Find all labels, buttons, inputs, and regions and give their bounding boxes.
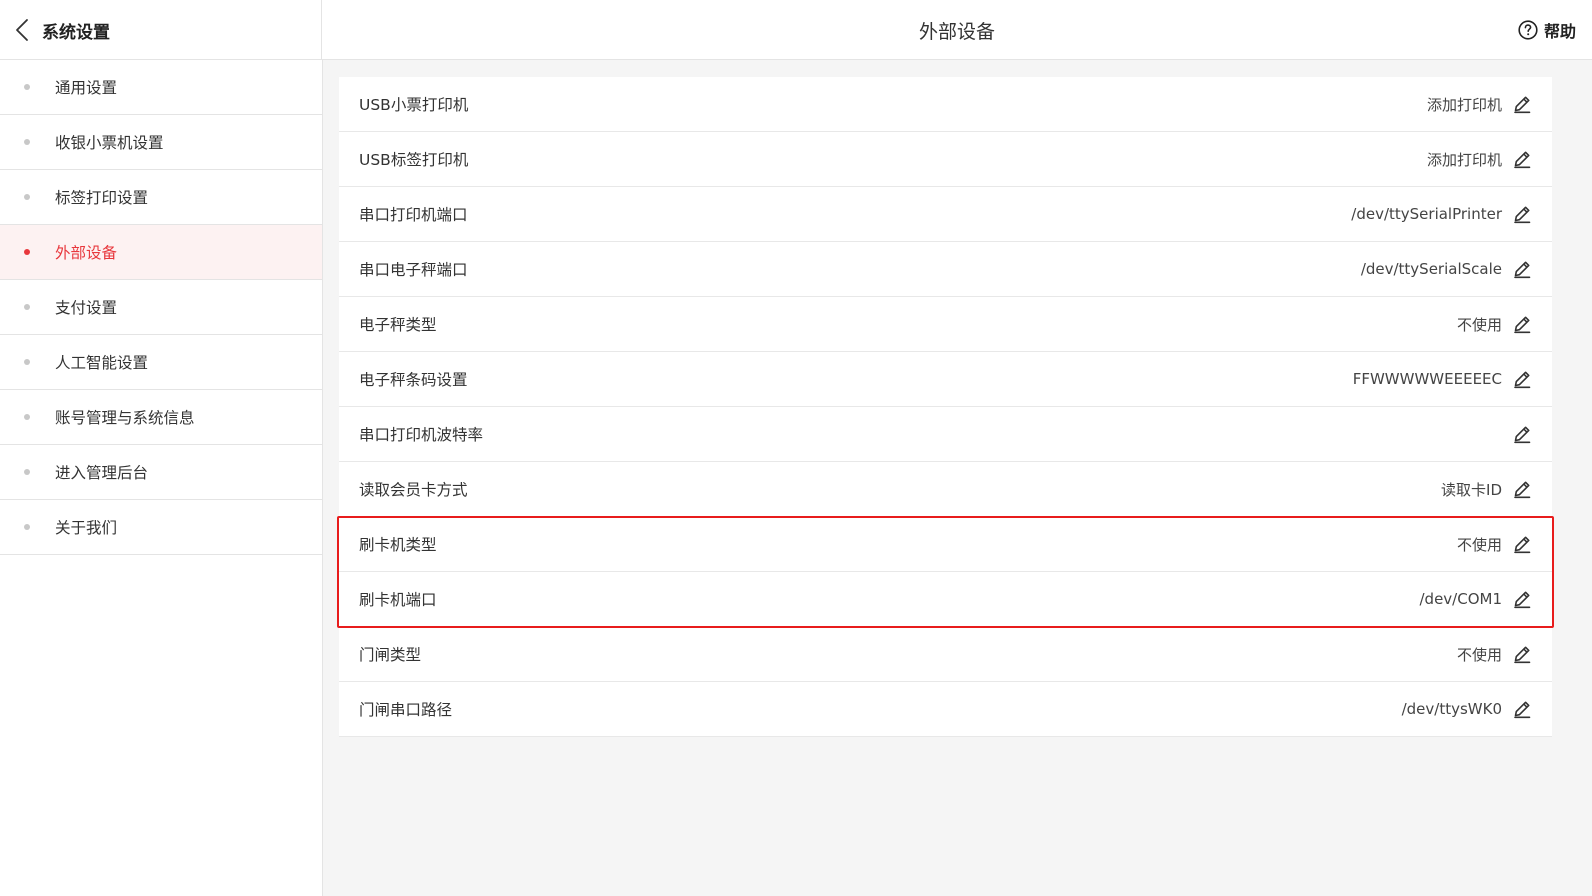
setting-label: 串口打印机波特率 <box>359 426 484 444</box>
setting-label: 门闸串口路径 <box>359 701 453 719</box>
sidebar-item-about[interactable]: 关于我们 <box>0 500 322 555</box>
pencil-icon[interactable] <box>1512 644 1532 664</box>
pencil-icon[interactable] <box>1512 149 1532 169</box>
sidebar-item-label: 人工智能设置 <box>55 354 149 372</box>
setting-row-gate-serial-path[interactable]: 门闸串口路径 /dev/ttysWK0 <box>339 682 1552 737</box>
pencil-icon[interactable] <box>1512 204 1532 224</box>
setting-label: 门闸类型 <box>359 646 422 664</box>
setting-value: /dev/ttySerialPrinter <box>1351 205 1502 223</box>
bullet-icon <box>24 414 30 420</box>
sidebar-item-account[interactable]: 账号管理与系统信息 <box>0 390 322 445</box>
bullet-icon <box>24 194 30 200</box>
setting-value: FFWWWWWEEEEEC <box>1352 370 1502 388</box>
setting-label: 电子秤条码设置 <box>359 371 468 389</box>
pencil-icon[interactable] <box>1512 369 1532 389</box>
setting-row-card-reader-type[interactable]: 刷卡机类型 不使用 <box>339 517 1552 572</box>
setting-value: 不使用 <box>1456 315 1502 334</box>
main-panel: USB小票打印机 添加打印机 USB标签打印机 添加打印机 串口打印机端口 /d… <box>323 60 1592 896</box>
setting-value: 添加打印机 <box>1426 150 1502 169</box>
header-back-area: 系统设置 <box>0 0 322 60</box>
setting-row-serial-printer-baud[interactable]: 串口打印机波特率 <box>339 407 1552 462</box>
setting-value: 添加打印机 <box>1426 95 1502 114</box>
sidebar: 通用设置 收银小票机设置 标签打印设置 外部设备 支付设置 人工智能设置 账号管… <box>0 60 323 896</box>
bullet-icon <box>24 359 30 365</box>
sidebar-item-label: 账号管理与系统信息 <box>55 409 195 427</box>
pencil-icon[interactable] <box>1512 479 1532 499</box>
question-circle-icon <box>1518 20 1538 40</box>
setting-label: 串口打印机端口 <box>359 206 468 224</box>
help-label: 帮助 <box>1543 22 1576 41</box>
sidebar-item-payment[interactable]: 支付设置 <box>0 280 322 335</box>
setting-row-usb-receipt-printer[interactable]: USB小票打印机 添加打印机 <box>339 77 1552 132</box>
help-button[interactable]: 帮助 <box>1518 0 1576 60</box>
bullet-icon <box>24 524 30 530</box>
setting-row-scale-type[interactable]: 电子秤类型 不使用 <box>339 297 1552 352</box>
pencil-icon[interactable] <box>1512 259 1532 279</box>
bullet-icon <box>24 139 30 145</box>
setting-label: USB小票打印机 <box>359 96 469 114</box>
bullet-icon <box>24 84 30 90</box>
chevron-left-icon[interactable] <box>12 18 32 42</box>
setting-row-member-card-read[interactable]: 读取会员卡方式 读取卡ID <box>339 462 1552 517</box>
top-bar: 系统设置 外部设备 帮助 <box>0 0 1592 60</box>
setting-value: 读取卡ID <box>1441 480 1502 499</box>
setting-label: 串口电子秤端口 <box>359 261 468 279</box>
setting-label: 刷卡机端口 <box>359 591 437 609</box>
setting-row-scale-barcode[interactable]: 电子秤条码设置 FFWWWWWEEEEEC <box>339 352 1552 407</box>
sidebar-item-label: 通用设置 <box>55 79 118 97</box>
setting-value: /dev/COM1 <box>1419 590 1503 608</box>
sidebar-item-label: 收银小票机设置 <box>55 134 164 152</box>
sidebar-item-admin[interactable]: 进入管理后台 <box>0 445 322 500</box>
sidebar-item-label: 进入管理后台 <box>55 464 149 482</box>
setting-label: 读取会员卡方式 <box>359 481 468 499</box>
setting-label: 电子秤类型 <box>359 316 437 334</box>
setting-row-serial-scale-port[interactable]: 串口电子秤端口 /dev/ttySerialScale <box>339 242 1552 297</box>
sidebar-item-external-devices[interactable]: 外部设备 <box>0 225 322 280</box>
settings-list: USB小票打印机 添加打印机 USB标签打印机 添加打印机 串口打印机端口 /d… <box>339 77 1552 737</box>
setting-value: 不使用 <box>1456 535 1502 554</box>
pencil-icon[interactable] <box>1512 424 1532 444</box>
setting-row-card-reader-port[interactable]: 刷卡机端口 /dev/COM1 <box>339 572 1552 627</box>
setting-label: 刷卡机类型 <box>359 536 437 554</box>
pencil-icon[interactable] <box>1512 94 1532 114</box>
setting-row-usb-label-printer[interactable]: USB标签打印机 添加打印机 <box>339 132 1552 187</box>
back-title[interactable]: 系统设置 <box>42 18 110 43</box>
sidebar-item-label: 标签打印设置 <box>55 189 149 207</box>
bullet-icon <box>24 469 30 475</box>
setting-value: /dev/ttySerialScale <box>1360 260 1502 278</box>
sidebar-item-receipt-printer[interactable]: 收银小票机设置 <box>0 115 322 170</box>
pencil-icon[interactable] <box>1512 314 1532 334</box>
bullet-icon <box>24 249 30 255</box>
pencil-icon[interactable] <box>1512 589 1532 609</box>
setting-value: 不使用 <box>1456 645 1502 664</box>
sidebar-item-ai[interactable]: 人工智能设置 <box>0 335 322 390</box>
sidebar-item-label: 支付设置 <box>55 299 118 317</box>
setting-row-serial-printer-port[interactable]: 串口打印机端口 /dev/ttySerialPrinter <box>339 187 1552 242</box>
sidebar-item-label: 外部设备 <box>55 244 118 262</box>
pencil-icon[interactable] <box>1512 534 1532 554</box>
setting-label: USB标签打印机 <box>359 151 469 169</box>
pencil-icon[interactable] <box>1512 699 1532 719</box>
bullet-icon <box>24 304 30 310</box>
setting-row-gate-type[interactable]: 门闸类型 不使用 <box>339 627 1552 682</box>
setting-value: /dev/ttysWK0 <box>1401 700 1502 718</box>
sidebar-item-label-printing[interactable]: 标签打印设置 <box>0 170 322 225</box>
sidebar-item-general[interactable]: 通用设置 <box>0 60 322 115</box>
sidebar-item-label: 关于我们 <box>55 519 118 537</box>
page-title: 外部设备 <box>918 20 995 43</box>
